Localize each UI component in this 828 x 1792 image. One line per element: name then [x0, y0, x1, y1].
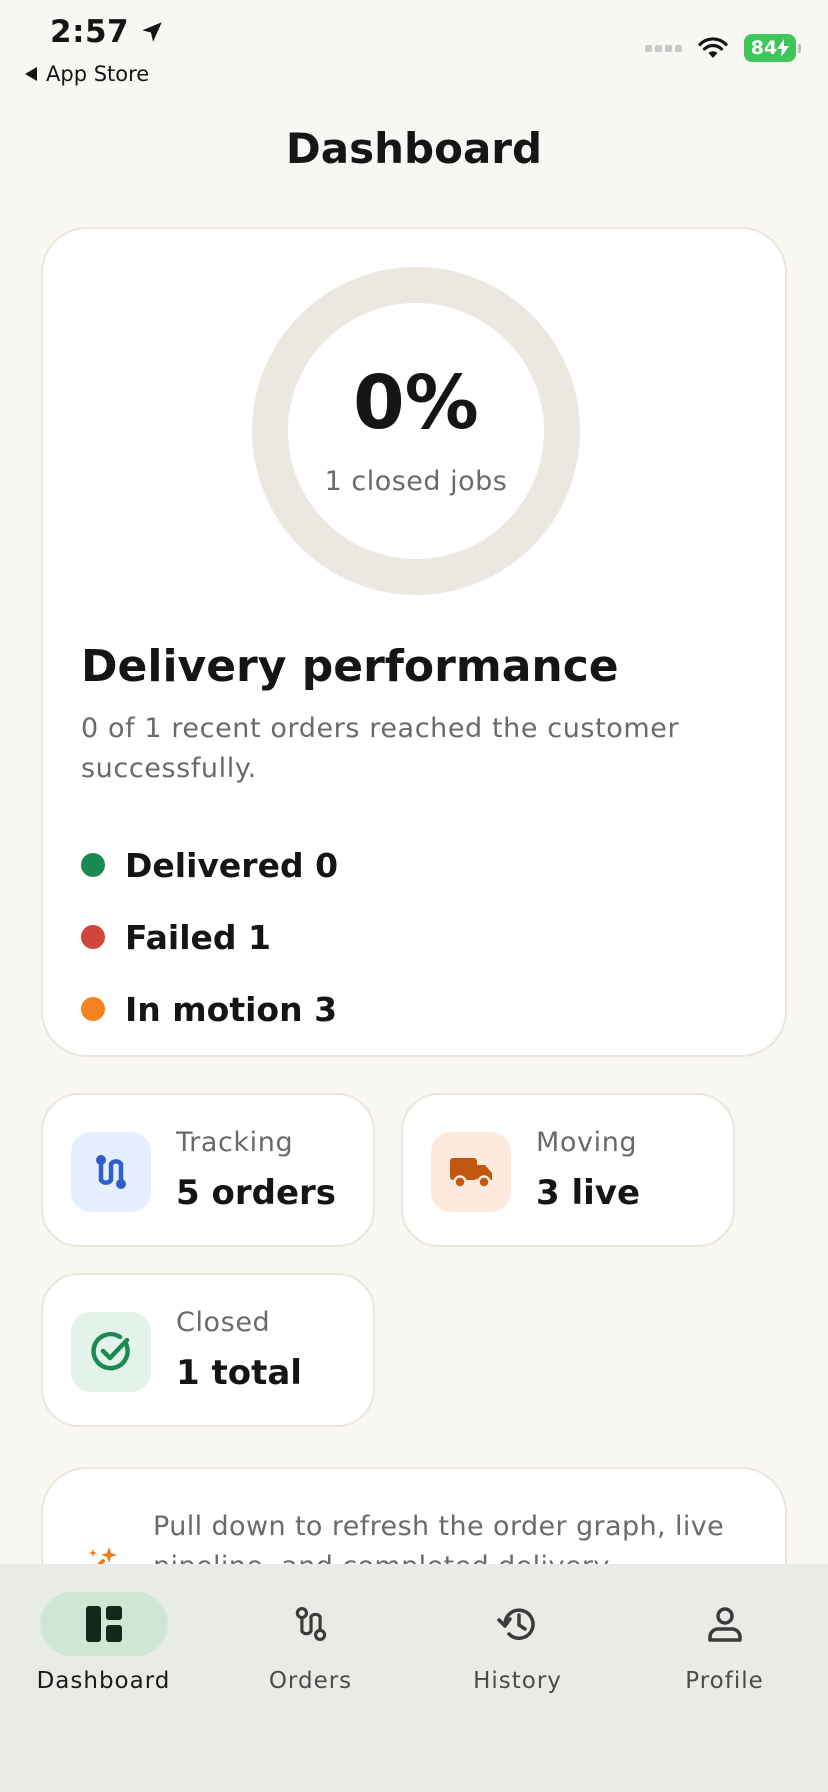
stat-card-tracking[interactable]: Tracking 5 orders: [41, 1093, 375, 1247]
stat-label: Moving: [536, 1127, 638, 1158]
performance-legend: Delivered 0 Failed 1 In motion 3: [81, 829, 338, 1045]
legend-label: Failed: [125, 917, 237, 957]
stat-value: 5 orders: [176, 1173, 337, 1213]
closed-jobs-caption: 1 closed jobs: [324, 465, 508, 497]
page-title: Dashboard: [285, 124, 543, 173]
ring-center: 0% 1 closed jobs: [251, 266, 581, 596]
legend-value: 0: [315, 845, 339, 885]
wifi-icon: [698, 37, 728, 58]
history-icon: [496, 1608, 535, 1640]
check-circle-icon: [71, 1312, 151, 1392]
tab-label: History: [473, 1668, 562, 1694]
tab-pill: [661, 1592, 789, 1656]
legend-failed: Failed 1: [81, 901, 338, 973]
tab-label: Profile: [685, 1668, 764, 1694]
tab-label: Orders: [268, 1668, 353, 1694]
tab-orders[interactable]: Orders: [207, 1592, 414, 1702]
tab-pill: [454, 1592, 582, 1656]
failed-dot: [81, 925, 105, 949]
tab-dashboard[interactable]: Dashboard: [0, 1592, 207, 1702]
tab-profile[interactable]: Profile: [621, 1592, 828, 1702]
profile-icon: [707, 1607, 742, 1642]
route-icon: [71, 1132, 151, 1212]
performance-title: Delivery performance: [81, 641, 619, 692]
stat-card-closed[interactable]: Closed 1 total: [41, 1273, 375, 1427]
legend-in-motion: In motion 3: [81, 973, 338, 1045]
tab-active-pill: [39, 1592, 168, 1656]
stat-card-moving[interactable]: Moving 3 live: [401, 1093, 735, 1247]
status-time: 2:57: [50, 14, 165, 50]
performance-description: 0 of 1 recent orders reached the custome…: [81, 713, 680, 784]
legend-value: 3: [314, 989, 338, 1029]
stat-label: Tracking: [176, 1127, 294, 1158]
tab-label: Dashboard: [36, 1668, 171, 1694]
back-triangle-icon: [25, 67, 37, 81]
tab-history[interactable]: History: [414, 1592, 621, 1702]
status-icons: 84: [645, 34, 801, 62]
stat-value: 1 total: [176, 1353, 302, 1393]
bottom-tab-bar: Dashboard Orders History Profile: [0, 1564, 828, 1792]
delivery-performance-card: 0% 1 closed jobs Delivery performance 0 …: [41, 227, 787, 1057]
back-app-label: App Store: [46, 62, 150, 86]
in-motion-dot: [81, 997, 105, 1021]
dashboard-screen: 2:57 App Store 84 Dashboard 0% 1 closed …: [0, 0, 828, 1792]
delivered-dot: [81, 853, 105, 877]
charging-bolt-icon: [777, 39, 790, 57]
time-text: 2:57: [50, 14, 130, 50]
stat-label: Closed: [176, 1307, 271, 1338]
battery-level: 84: [750, 37, 778, 59]
success-percent: 0%: [353, 359, 479, 446]
route-icon: [295, 1606, 326, 1642]
legend-label: Delivered: [125, 845, 304, 885]
legend-value: 1: [248, 917, 271, 957]
location-arrow-icon: [142, 22, 162, 42]
signal-icon: [645, 44, 682, 52]
tab-pill: [247, 1592, 375, 1656]
legend-label: In motion: [125, 989, 303, 1029]
battery-indicator: 84: [744, 34, 801, 62]
dashboard-icon: [85, 1606, 122, 1642]
legend-delivered: Delivered 0: [81, 829, 338, 901]
truck-icon: [431, 1132, 511, 1212]
stat-value: 3 live: [536, 1173, 641, 1213]
back-to-app-store[interactable]: App Store: [24, 62, 149, 86]
